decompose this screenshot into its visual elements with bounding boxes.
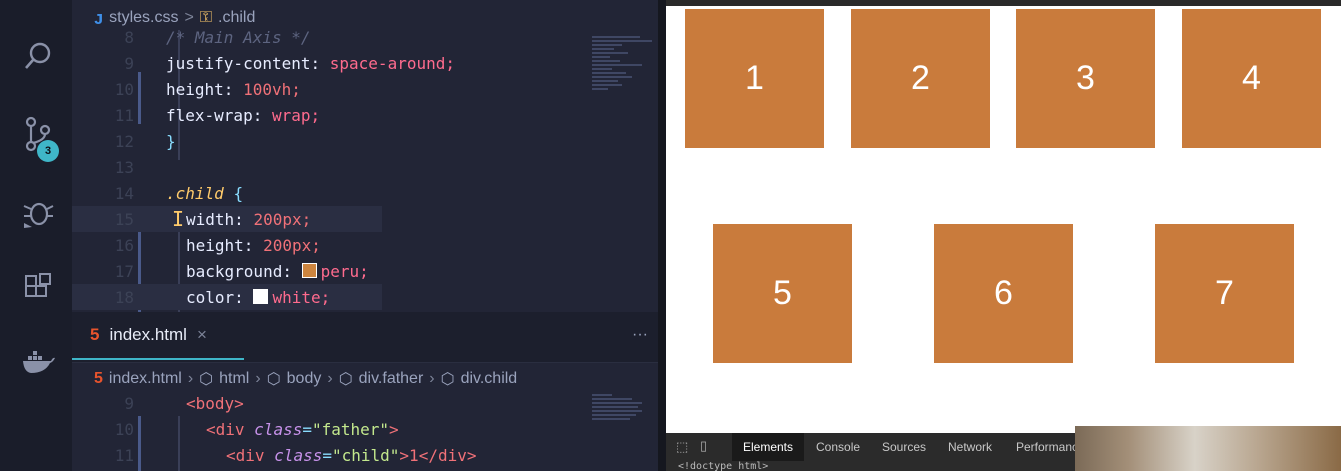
extensions-icon[interactable] xyxy=(18,268,58,308)
color-swatch[interactable] xyxy=(253,288,269,304)
devtools-tab-elements[interactable]: Elements xyxy=(732,433,804,461)
code-line: 18 color: white; xyxy=(72,284,382,310)
flex-child-box: 4 xyxy=(1182,9,1321,148)
browser-top-edge xyxy=(666,0,1341,6)
close-icon[interactable]: × xyxy=(197,325,207,345)
breadcrumb-symbol[interactable]: .child xyxy=(218,9,255,27)
code-line: 9 justify-content: space-around; xyxy=(124,53,455,73)
symbol-icon: ⚿ xyxy=(199,9,213,26)
cube-icon: ⬡ xyxy=(266,371,281,388)
modified-gutter xyxy=(138,72,141,124)
code-line: 11 <div class="child">1</div> xyxy=(114,445,477,465)
inspect-icon[interactable]: ⬚ xyxy=(676,439,688,455)
devtools-tab-performance[interactable]: Performanc xyxy=(1016,433,1078,461)
source-control-badge: 3 xyxy=(37,140,59,162)
code-line: 8 /* Main Axis */ xyxy=(124,27,311,47)
flex-child-box: 3 xyxy=(1016,9,1155,148)
code-line: 13 xyxy=(114,157,134,177)
html-file-icon: 5 xyxy=(90,325,100,344)
webcam-overlay xyxy=(1075,426,1341,471)
indent-guide xyxy=(178,416,180,471)
tab-index-html[interactable]: 5 index.html × xyxy=(72,312,244,360)
tab-bar: 5 index.html × ··· xyxy=(72,312,658,363)
code-line: 9 <body> xyxy=(124,393,244,413)
editor-styles-css[interactable]: ᴊ styles.css > ⚿ .child 8 /* Main Axis *… xyxy=(72,0,658,312)
code-line: 17 background: peru; xyxy=(114,261,369,281)
code-line: 10 <div class="father"> xyxy=(114,419,399,439)
flex-child-box: 7 xyxy=(1155,224,1294,363)
cube-icon: ⬡ xyxy=(440,371,455,388)
search-icon[interactable] xyxy=(18,36,58,76)
text-cursor-icon: I xyxy=(172,207,185,231)
code-line: 10 height: 100vh; xyxy=(114,79,301,99)
breadcrumb-item[interactable]: div.child xyxy=(461,370,518,388)
code-line-current: 15 I width: 200px; xyxy=(72,206,382,232)
breadcrumb-item[interactable]: index.html xyxy=(109,370,182,388)
devtools-tab-network[interactable]: Network xyxy=(948,433,992,461)
code-line: 11 flex-wrap: wrap; xyxy=(114,105,321,125)
doctype-line[interactable]: <!doctype html> xyxy=(678,461,768,471)
devtools-tab-console[interactable]: Console xyxy=(816,433,860,461)
cube-icon: ⬡ xyxy=(338,371,353,388)
modified-gutter xyxy=(138,416,141,471)
minimap[interactable] xyxy=(592,392,658,422)
breadcrumb-item[interactable]: body xyxy=(287,370,322,388)
activity-bar: 3 xyxy=(0,0,72,471)
device-toolbar-icon[interactable]: ▯ xyxy=(700,438,707,454)
breadcrumb-item[interactable]: html xyxy=(219,370,249,388)
breadcrumb: 5 index.html › ⬡ html › ⬡ body › ⬡ div.fath… xyxy=(94,370,518,388)
docker-icon[interactable] xyxy=(18,342,58,382)
code-line: 14 .child { xyxy=(114,183,244,203)
code-line: 12 } xyxy=(114,131,176,151)
flex-child-box: 5 xyxy=(713,224,852,363)
html-file-icon: 5 xyxy=(94,370,103,387)
browser-preview: 1 2 3 4 5 6 7 ⬚ ▯ Elements Console Sourc… xyxy=(666,0,1341,471)
pane-divider[interactable] xyxy=(658,0,666,471)
debug-icon[interactable] xyxy=(18,192,58,232)
flex-child-box: 2 xyxy=(851,9,990,148)
breadcrumb-item[interactable]: div.father xyxy=(359,370,424,388)
color-swatch[interactable] xyxy=(301,262,317,278)
editor-index-html[interactable]: 5 index.html × ··· 5 index.html › ⬡ html … xyxy=(72,312,658,471)
cube-icon: ⬡ xyxy=(199,371,214,388)
devtools-tab-sources[interactable]: Sources xyxy=(882,433,926,461)
flex-child-box: 1 xyxy=(685,9,824,148)
tab-label: index.html xyxy=(109,325,187,344)
flex-child-box: 6 xyxy=(934,224,1073,363)
breadcrumb-separator: > xyxy=(184,9,194,26)
code-line: 16 height: 200px; xyxy=(114,235,321,255)
more-actions-icon[interactable]: ··· xyxy=(632,326,648,344)
minimap[interactable] xyxy=(592,34,658,92)
